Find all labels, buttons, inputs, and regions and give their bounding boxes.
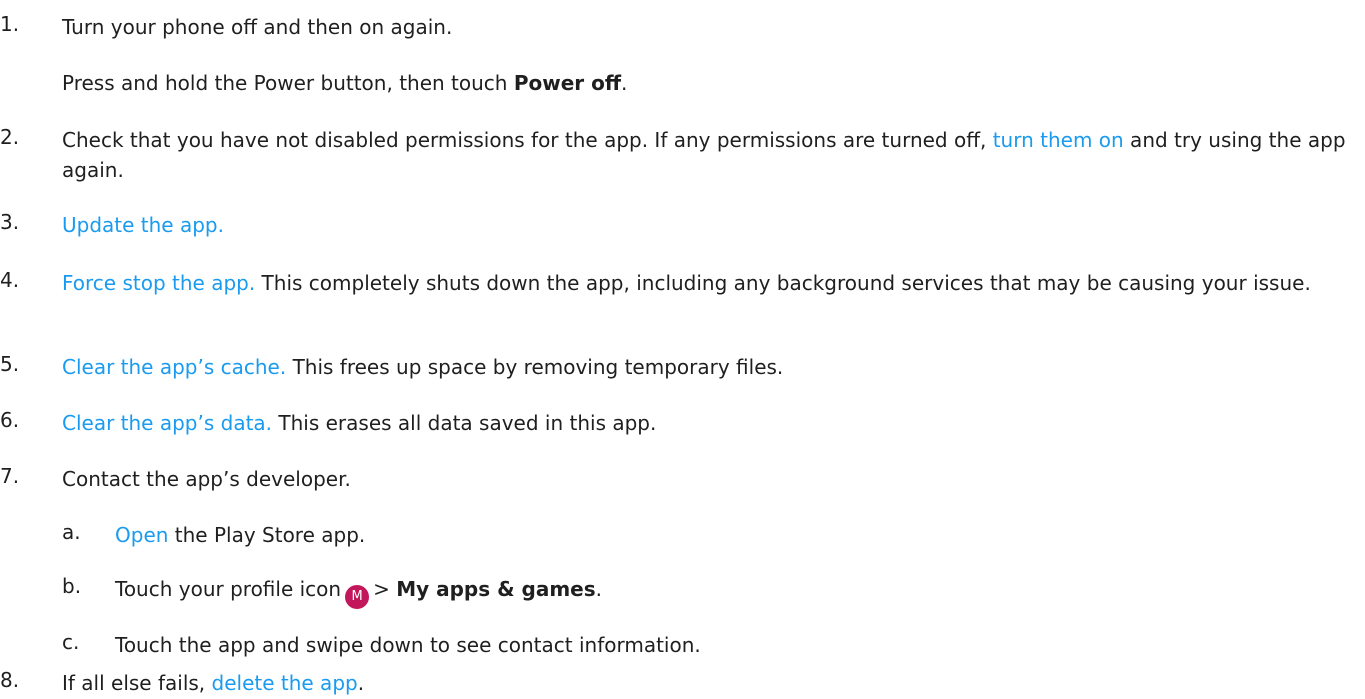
step-1-text: Turn your phone off and then on again.: [62, 15, 453, 39]
open-play-store-link[interactable]: Open: [115, 523, 168, 547]
substep-letter: c.: [62, 630, 80, 654]
step-number: 6.: [0, 408, 20, 432]
step-number: 8.: [0, 668, 20, 692]
punctuation: .: [357, 671, 365, 695]
punctuation: .: [621, 71, 628, 95]
step-8-text: If all else fails,: [62, 671, 212, 695]
update-app-link[interactable]: Update the app.: [62, 213, 224, 237]
clear-cache-link[interactable]: Clear the app’s cache.: [62, 355, 286, 379]
step-number: 2.: [0, 125, 20, 149]
step-7a-text: the Play Store app.: [168, 523, 366, 547]
turn-them-on-link[interactable]: turn them on: [993, 128, 1124, 152]
delete-app-link[interactable]: delete the app: [212, 671, 358, 695]
step-4-text: This completely shuts down the app, incl…: [255, 271, 1311, 295]
substep-letter: a.: [62, 520, 81, 544]
force-stop-link[interactable]: Force stop the app.: [62, 271, 255, 295]
separator: >: [373, 577, 397, 601]
punctuation: .: [595, 577, 603, 601]
step-number: 4.: [0, 268, 20, 292]
step-7b-text: Touch your profile icon: [115, 577, 342, 601]
step-7c-text: Touch the app and swipe down to see cont…: [115, 633, 701, 657]
clear-data-link[interactable]: Clear the app’s data.: [62, 411, 272, 435]
step-1-detail-text: Press and hold the Power button, then to…: [62, 71, 514, 95]
profile-avatar-icon: M: [345, 585, 370, 609]
substep-letter: b.: [62, 574, 82, 598]
step-6-text: This erases all data saved in this app.: [272, 411, 657, 435]
step-number: 7.: [0, 464, 20, 488]
step-5-text: This frees up space by removing temporar…: [286, 355, 784, 379]
step-2-text: Check that you have not disabled permiss…: [62, 128, 993, 152]
step-number: 1.: [0, 12, 20, 36]
power-off-label: Power off: [513, 71, 622, 95]
my-apps-games-label: My apps & games: [396, 577, 596, 601]
step-7-text: Contact the app’s developer.: [62, 467, 351, 491]
step-number: 3.: [0, 210, 20, 234]
step-number: 5.: [0, 352, 20, 376]
